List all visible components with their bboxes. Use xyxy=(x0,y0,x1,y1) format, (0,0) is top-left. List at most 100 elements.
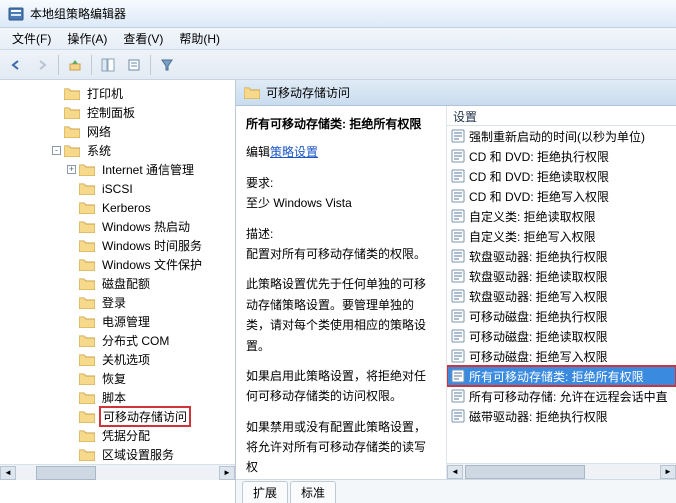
folder-icon xyxy=(79,334,99,347)
workspace: 打印机控制面板网络-系统+Internet 通信管理iSCSIKerberosW… xyxy=(0,80,676,503)
req-value: 至少 Windows Vista xyxy=(246,193,436,213)
setting-item[interactable]: CD 和 DVD: 拒绝执行权限 xyxy=(447,146,676,166)
edit-policy-link[interactable]: 策略设置 xyxy=(270,145,318,159)
tree-item[interactable]: 区域设置服务 xyxy=(0,445,235,464)
setting-item[interactable]: 可移动磁盘: 拒绝执行权限 xyxy=(447,306,676,326)
tree-item[interactable]: +Internet 通信管理 xyxy=(0,160,235,179)
scroll-left-icon[interactable]: ◄ xyxy=(447,465,463,479)
properties-button[interactable] xyxy=(122,53,146,77)
forward-button[interactable] xyxy=(30,53,54,77)
folder-icon xyxy=(64,106,84,119)
tree-item[interactable]: 控制面板 xyxy=(0,103,235,122)
tab-extended[interactable]: 扩展 xyxy=(242,481,288,503)
menu-action[interactable]: 操作(A) xyxy=(59,28,115,49)
menu-view[interactable]: 查看(V) xyxy=(115,28,171,49)
folder-icon xyxy=(79,163,99,176)
tree-item[interactable]: 打印机 xyxy=(0,84,235,103)
settings-header[interactable]: 设置 xyxy=(447,106,676,126)
setting-label: 软盘驱动器: 拒绝执行权限 xyxy=(469,248,608,265)
tree-item[interactable]: 电源管理 xyxy=(0,312,235,331)
tree-hscroll[interactable]: ◄ ► xyxy=(0,464,235,480)
tree-label: 关机选项 xyxy=(99,350,153,369)
menubar: 文件(F) 操作(A) 查看(V) 帮助(H) xyxy=(0,28,676,50)
tab-bar: 扩展 标准 xyxy=(236,479,676,503)
tree-item[interactable]: 分布式 COM xyxy=(0,331,235,350)
tree-item[interactable]: -系统 xyxy=(0,141,235,160)
policy-icon xyxy=(451,349,469,363)
toolbar-separator xyxy=(58,55,59,75)
tree-label: Kerberos xyxy=(99,200,154,216)
tree-item[interactable]: Kerberos xyxy=(0,198,235,217)
setting-item[interactable]: 软盘驱动器: 拒绝写入权限 xyxy=(447,286,676,306)
tree-panel[interactable]: 打印机控制面板网络-系统+Internet 通信管理iSCSIKerberosW… xyxy=(0,80,236,503)
setting-item[interactable]: 软盘驱动器: 拒绝读取权限 xyxy=(447,266,676,286)
setting-label: 软盘驱动器: 拒绝写入权限 xyxy=(469,288,608,305)
setting-item[interactable]: 磁带驱动器: 拒绝执行权限 xyxy=(447,406,676,426)
setting-item[interactable]: 所有可移动存储: 允许在远程会话中直 xyxy=(447,386,676,406)
filter-button[interactable] xyxy=(155,53,179,77)
tree-label: Windows 时间服务 xyxy=(99,236,205,255)
setting-item[interactable]: 可移动磁盘: 拒绝读取权限 xyxy=(447,326,676,346)
folder-icon xyxy=(79,353,99,366)
tree-item[interactable]: 凭据分配 xyxy=(0,426,235,445)
tree-item[interactable]: 磁盘配额 xyxy=(0,274,235,293)
menu-help[interactable]: 帮助(H) xyxy=(171,28,228,49)
tree-item[interactable]: 登录 xyxy=(0,293,235,312)
folder-icon xyxy=(64,87,84,100)
setting-label: CD 和 DVD: 拒绝写入权限 xyxy=(469,188,609,205)
scroll-left-icon[interactable]: ◄ xyxy=(0,466,16,480)
tab-standard[interactable]: 标准 xyxy=(290,481,336,503)
setting-label: 软盘驱动器: 拒绝读取权限 xyxy=(469,268,608,285)
detail-row: 所有可移动存储类: 拒绝所有权限 编辑策略设置 要求: 至少 Windows V… xyxy=(236,106,676,479)
folder-icon xyxy=(244,86,260,99)
tree-item[interactable]: Windows 文件保护 xyxy=(0,255,235,274)
settings-hscroll[interactable]: ◄ ► xyxy=(447,463,676,479)
scroll-thumb[interactable] xyxy=(465,465,585,479)
titlebar: 本地组策略编辑器 xyxy=(0,0,676,28)
back-button[interactable] xyxy=(4,53,28,77)
setting-label: 自定义类: 拒绝读取权限 xyxy=(469,208,596,225)
setting-item[interactable]: 所有可移动存储类: 拒绝所有权限 xyxy=(447,366,676,386)
scroll-right-icon[interactable]: ► xyxy=(660,465,676,479)
tree-item[interactable]: 可移动存储访问 xyxy=(0,407,235,426)
tree-label: 恢复 xyxy=(99,369,129,388)
menu-file[interactable]: 文件(F) xyxy=(4,28,59,49)
setting-label: 所有可移动存储类: 拒绝所有权限 xyxy=(469,368,644,385)
up-button[interactable] xyxy=(63,53,87,77)
folder-icon xyxy=(79,239,99,252)
tree-item[interactable]: 脚本 xyxy=(0,388,235,407)
tree-twister[interactable]: + xyxy=(64,165,79,174)
desc-line: 此策略设置优先于任何单独的可移动存储策略设置。要管理单独的类，请对每个类使用相应… xyxy=(246,274,436,356)
toolbar xyxy=(0,50,676,80)
back-arrow-icon xyxy=(9,58,23,72)
scroll-right-icon[interactable]: ► xyxy=(219,466,235,480)
tree-label: 脚本 xyxy=(99,388,129,407)
desc-label: 描述: xyxy=(246,224,436,244)
tree-item[interactable]: Windows 时间服务 xyxy=(0,236,235,255)
scroll-thumb[interactable] xyxy=(36,466,96,480)
folder-icon xyxy=(79,277,99,290)
setting-item[interactable]: 自定义类: 拒绝写入权限 xyxy=(447,226,676,246)
policy-icon xyxy=(451,149,469,163)
tree-item[interactable]: iSCSI xyxy=(0,179,235,198)
setting-item[interactable]: 可移动磁盘: 拒绝写入权限 xyxy=(447,346,676,366)
category-header: 可移动存储访问 xyxy=(236,80,676,106)
tree-label: 区域设置服务 xyxy=(99,445,177,464)
setting-item[interactable]: CD 和 DVD: 拒绝写入权限 xyxy=(447,186,676,206)
folder-icon xyxy=(79,372,99,385)
tree-item[interactable]: 网络 xyxy=(0,122,235,141)
setting-item[interactable]: 强制重新启动的时间(以秒为单位) xyxy=(447,126,676,146)
tree-item[interactable]: 关机选项 xyxy=(0,350,235,369)
tree-item[interactable]: Windows 热启动 xyxy=(0,217,235,236)
folder-icon xyxy=(79,201,99,214)
settings-list[interactable]: 强制重新启动的时间(以秒为单位)CD 和 DVD: 拒绝执行权限CD 和 DVD… xyxy=(447,126,676,463)
policy-icon xyxy=(451,249,469,263)
setting-item[interactable]: 自定义类: 拒绝读取权限 xyxy=(447,206,676,226)
policy-icon xyxy=(451,289,469,303)
policy-icon xyxy=(451,229,469,243)
tree-item[interactable]: 恢复 xyxy=(0,369,235,388)
setting-item[interactable]: 软盘驱动器: 拒绝执行权限 xyxy=(447,246,676,266)
show-hide-tree-button[interactable] xyxy=(96,53,120,77)
setting-item[interactable]: CD 和 DVD: 拒绝读取权限 xyxy=(447,166,676,186)
tree-twister[interactable]: - xyxy=(49,146,64,155)
